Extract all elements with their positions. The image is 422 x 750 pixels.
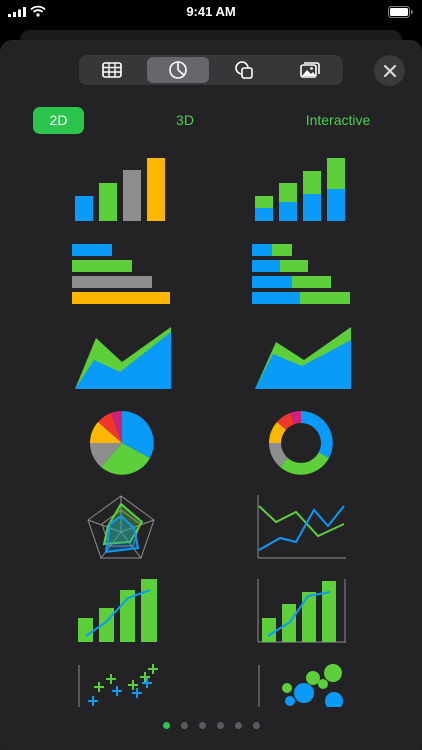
insert-type-segmented-control — [79, 55, 343, 85]
tab-2d[interactable]: 2D — [33, 107, 84, 134]
pie-chart-icon[interactable] — [89, 410, 155, 476]
bubble-chart-icon[interactable] — [256, 663, 348, 707]
tab-chart[interactable] — [147, 57, 209, 83]
stacked-area-chart-icon[interactable] — [254, 326, 352, 390]
scatter-chart-icon[interactable] — [76, 663, 166, 707]
chart-picker-sheet — [0, 40, 422, 750]
shapes-icon — [235, 61, 253, 79]
page-dot[interactable] — [216, 722, 224, 729]
status-time: 9:41 AM — [186, 4, 236, 19]
media-icon — [300, 62, 320, 78]
tab-media[interactable] — [279, 57, 341, 83]
tab-3d[interactable]: 3D — [160, 107, 210, 134]
table-icon — [102, 62, 122, 78]
close-button[interactable] — [374, 55, 405, 86]
stacked-bar-chart-icon[interactable] — [251, 243, 351, 305]
tab-interactive[interactable]: Interactive — [292, 107, 384, 134]
area-chart-icon[interactable] — [74, 326, 172, 390]
two-axis-chart-icon[interactable] — [256, 578, 348, 644]
page-dot[interactable] — [180, 722, 188, 729]
status-bar: 9:41 AM — [0, 0, 422, 24]
battery-icon — [388, 6, 413, 18]
tab-shapes[interactable] — [213, 57, 275, 83]
page-dot[interactable] — [234, 722, 242, 729]
close-icon — [383, 64, 396, 77]
page-dot[interactable] — [252, 722, 260, 729]
radar-chart-icon[interactable] — [86, 494, 156, 560]
donut-chart-icon[interactable] — [268, 410, 334, 476]
page-indicator[interactable] — [0, 722, 422, 734]
column-chart-icon[interactable] — [73, 156, 169, 222]
bar-chart-icon[interactable] — [71, 243, 171, 305]
tab-table[interactable] — [81, 57, 143, 83]
mixed-chart-icon[interactable] — [78, 578, 158, 642]
page-dot[interactable] — [198, 722, 206, 729]
chart-icon — [169, 61, 187, 79]
line-chart-icon[interactable] — [256, 494, 348, 560]
page-dot[interactable] — [162, 722, 170, 729]
stacked-column-chart-icon[interactable] — [253, 156, 349, 222]
